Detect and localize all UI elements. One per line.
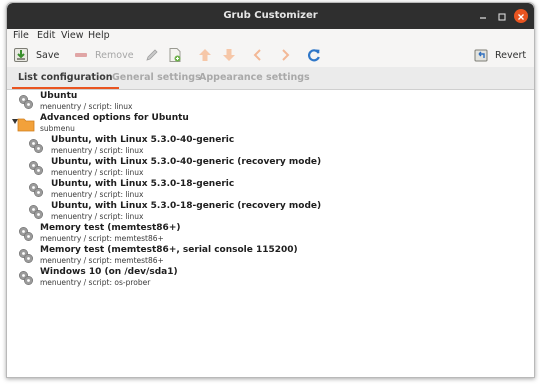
- list-item[interactable]: Windows 10 (on /dev/sda1) menuentry / sc…: [7, 267, 534, 289]
- list-item[interactable]: Memory test (memtest86+) menuentry / scr…: [7, 223, 534, 245]
- entry-title: Memory test (memtest86+): [40, 223, 181, 233]
- entry-title: Advanced options for Ubuntu: [40, 113, 189, 123]
- revert-label: Revert: [495, 49, 527, 61]
- chevron-left-icon: [250, 47, 266, 63]
- move-right-button[interactable]: [277, 43, 293, 67]
- gear-icon: [27, 137, 45, 155]
- remove-button[interactable]: Remove: [73, 43, 134, 67]
- folder-icon: [17, 115, 35, 133]
- list-item[interactable]: Ubuntu, with Linux 5.3.0-40-generic menu…: [7, 135, 534, 157]
- revert-button[interactable]: Revert: [473, 43, 526, 67]
- entry-subtitle: menuentry / script: memtest86+: [40, 256, 164, 265]
- close-icon[interactable]: [514, 9, 528, 23]
- refresh-button[interactable]: [306, 43, 322, 67]
- entry-subtitle: menuentry / script: linux: [51, 168, 144, 177]
- gear-icon: [27, 203, 45, 221]
- revert-icon: [473, 47, 489, 63]
- list-item[interactable]: Ubuntu menuentry / script: linux: [7, 91, 534, 113]
- menu-view[interactable]: View: [61, 30, 84, 41]
- pencil-icon: [144, 47, 160, 63]
- entry-title: Ubuntu, with Linux 5.3.0-40-generic (rec…: [51, 157, 322, 167]
- maximize-icon[interactable]: [495, 9, 509, 23]
- gear-icon: [17, 247, 35, 265]
- entry-subtitle: menuentry / script: os-prober: [40, 278, 151, 287]
- new-document-icon: [167, 47, 183, 63]
- list-item[interactable]: Ubuntu, with Linux 5.3.0-40-generic (rec…: [7, 157, 534, 179]
- gear-icon: [17, 269, 35, 287]
- remove-icon: [73, 47, 89, 63]
- title-bar[interactable]: Grub Customizer: [7, 3, 534, 29]
- entry-title: Memory test (memtest86+, serial console …: [40, 245, 298, 255]
- refresh-icon: [306, 47, 322, 63]
- tab-list-configuration[interactable]: List configuration: [12, 67, 119, 89]
- entry-title: Ubuntu, with Linux 5.3.0-40-generic: [51, 135, 235, 145]
- list-item[interactable]: Ubuntu, with Linux 5.3.0-18-generic menu…: [7, 179, 534, 201]
- entry-subtitle: submenu: [40, 124, 75, 133]
- list-item[interactable]: Ubuntu, with Linux 5.3.0-18-generic (rec…: [7, 201, 534, 223]
- tab-general-settings[interactable]: General settings: [112, 67, 201, 89]
- move-left-button[interactable]: [250, 43, 266, 67]
- gear-icon: [27, 181, 45, 199]
- move-up-button[interactable]: [197, 43, 213, 67]
- tab-bar: List configuration General settings Appe…: [7, 67, 534, 90]
- toolbar: Save Remove Revert: [7, 43, 534, 68]
- rename-button[interactable]: [144, 43, 160, 67]
- window-title: Grub Customizer: [223, 10, 318, 21]
- entry-subtitle: menuentry / script: linux: [51, 212, 144, 221]
- move-down-button[interactable]: [221, 43, 237, 67]
- save-icon: [13, 47, 29, 63]
- menu-file[interactable]: File: [13, 30, 29, 41]
- save-button[interactable]: Save: [13, 43, 59, 67]
- entry-subtitle: menuentry / script: linux: [51, 146, 144, 155]
- menu-edit[interactable]: Edit: [37, 30, 55, 41]
- entry-title: Windows 10 (on /dev/sda1): [40, 267, 178, 277]
- gear-icon: [17, 93, 35, 111]
- arrow-down-icon: [221, 47, 237, 63]
- minimize-icon[interactable]: [476, 9, 490, 23]
- new-entry-button[interactable]: [167, 43, 183, 67]
- entry-subtitle: menuentry / script: memtest86+: [40, 234, 164, 243]
- menu-help[interactable]: Help: [88, 30, 110, 41]
- arrow-up-icon: [197, 47, 213, 63]
- menu-bar: File Edit View Help: [7, 29, 534, 43]
- gear-icon: [17, 225, 35, 243]
- remove-label: Remove: [95, 49, 134, 61]
- entry-subtitle: menuentry / script: linux: [51, 190, 144, 199]
- entry-list: Ubuntu menuentry / script: linux Advance…: [7, 90, 534, 377]
- chevron-right-icon: [277, 47, 293, 63]
- save-label: Save: [36, 49, 60, 61]
- entry-title: Ubuntu: [40, 91, 78, 101]
- app-window: Grub Customizer File Edit View Help Save…: [6, 2, 535, 378]
- list-item[interactable]: Advanced options for Ubuntu submenu: [7, 113, 534, 135]
- entry-subtitle: menuentry / script: linux: [40, 102, 133, 111]
- gear-icon: [27, 159, 45, 177]
- entry-title: Ubuntu, with Linux 5.3.0-18-generic: [51, 179, 235, 189]
- entry-title: Ubuntu, with Linux 5.3.0-18-generic (rec…: [51, 201, 322, 211]
- list-item[interactable]: Memory test (memtest86+, serial console …: [7, 245, 534, 267]
- tab-appearance-settings[interactable]: Appearance settings: [199, 67, 310, 89]
